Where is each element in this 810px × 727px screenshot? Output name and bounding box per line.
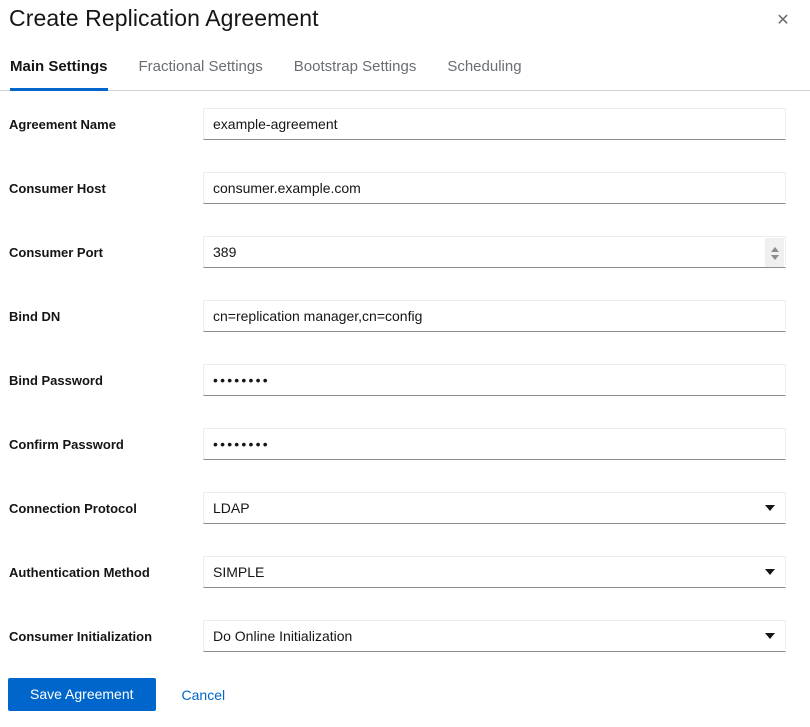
- tab-bar: Main Settings Fractional Settings Bootst…: [0, 54, 810, 91]
- agreement-name-input[interactable]: example-agreement: [203, 108, 786, 140]
- label-consumer-port: Consumer Port: [9, 245, 103, 260]
- consumer-port-input[interactable]: 389: [203, 236, 786, 268]
- label-confirm-password: Confirm Password: [9, 437, 124, 452]
- tab-fractional-settings[interactable]: Fractional Settings: [139, 54, 263, 90]
- bind-dn-input[interactable]: cn=replication manager,cn=config: [203, 300, 786, 332]
- chevron-down-icon: [765, 633, 775, 639]
- consumer-host-input[interactable]: consumer.example.com: [203, 172, 786, 204]
- form-row-consumer-host: Consumer Host consumer.example.com: [0, 172, 810, 236]
- consumer-initialization-select[interactable]: Do Online Initialization: [203, 620, 786, 652]
- form-row-consumer-initialization: Consumer Initialization Do Online Initia…: [0, 620, 810, 684]
- control-consumer-initialization: Do Online Initialization: [203, 620, 798, 652]
- consumer-initialization-value: Do Online Initialization: [213, 628, 353, 644]
- label-bind-password: Bind Password: [9, 373, 103, 388]
- form-row-consumer-port: Consumer Port 389: [0, 236, 810, 300]
- control-bind-password: ••••••••: [203, 364, 798, 396]
- chevron-up-icon[interactable]: [771, 246, 779, 252]
- main-settings-form: Agreement Name example-agreement Consume…: [0, 91, 810, 684]
- confirm-password-input[interactable]: ••••••••: [203, 428, 786, 460]
- label-consumer-host: Consumer Host: [9, 181, 106, 196]
- chevron-down-icon[interactable]: [771, 254, 779, 260]
- form-row-confirm-password: Confirm Password ••••••••: [0, 428, 810, 492]
- form-row-authentication-method: Authentication Method SIMPLE: [0, 556, 810, 620]
- modal-footer: Save Agreement Cancel: [0, 678, 810, 711]
- control-consumer-host: consumer.example.com: [203, 172, 798, 204]
- control-agreement-name: example-agreement: [203, 108, 798, 140]
- authentication-method-select[interactable]: SIMPLE: [203, 556, 786, 588]
- connection-protocol-select[interactable]: LDAP: [203, 492, 786, 524]
- tab-scheduling[interactable]: Scheduling: [447, 54, 521, 90]
- cancel-button[interactable]: Cancel: [182, 687, 226, 703]
- control-bind-dn: cn=replication manager,cn=config: [203, 300, 798, 332]
- control-connection-protocol: LDAP: [203, 492, 798, 524]
- form-row-connection-protocol: Connection Protocol LDAP: [0, 492, 810, 556]
- form-row-bind-dn: Bind DN cn=replication manager,cn=config: [0, 300, 810, 364]
- confirm-password-value: ••••••••: [213, 436, 270, 452]
- control-confirm-password: ••••••••: [203, 428, 798, 460]
- form-row-agreement-name: Agreement Name example-agreement: [0, 108, 810, 172]
- create-replication-agreement-modal: Create Replication Agreement ✕ Main Sett…: [0, 0, 810, 727]
- chevron-down-icon: [765, 569, 775, 575]
- quantity-stepper[interactable]: [765, 238, 784, 267]
- label-authentication-method: Authentication Method: [9, 565, 150, 580]
- label-bind-dn: Bind DN: [9, 309, 61, 324]
- tab-main-settings[interactable]: Main Settings: [10, 54, 108, 91]
- connection-protocol-value: LDAP: [213, 500, 250, 516]
- close-icon[interactable]: ✕: [770, 8, 796, 34]
- page-title: Create Replication Agreement: [9, 5, 319, 31]
- save-agreement-button[interactable]: Save Agreement: [8, 678, 156, 711]
- bind-password-value: ••••••••: [213, 372, 270, 388]
- control-consumer-port: 389: [203, 236, 798, 268]
- bind-password-input[interactable]: ••••••••: [203, 364, 786, 396]
- tab-bootstrap-settings[interactable]: Bootstrap Settings: [294, 54, 417, 90]
- label-connection-protocol: Connection Protocol: [9, 501, 137, 516]
- label-agreement-name: Agreement Name: [9, 117, 116, 132]
- form-row-bind-password: Bind Password ••••••••: [0, 364, 810, 428]
- consumer-port-value: 389: [213, 244, 237, 260]
- authentication-method-value: SIMPLE: [213, 564, 265, 580]
- modal-header: Create Replication Agreement ✕: [0, 0, 810, 46]
- label-consumer-initialization: Consumer Initialization: [9, 629, 153, 644]
- control-authentication-method: SIMPLE: [203, 556, 798, 588]
- chevron-down-icon: [765, 505, 775, 511]
